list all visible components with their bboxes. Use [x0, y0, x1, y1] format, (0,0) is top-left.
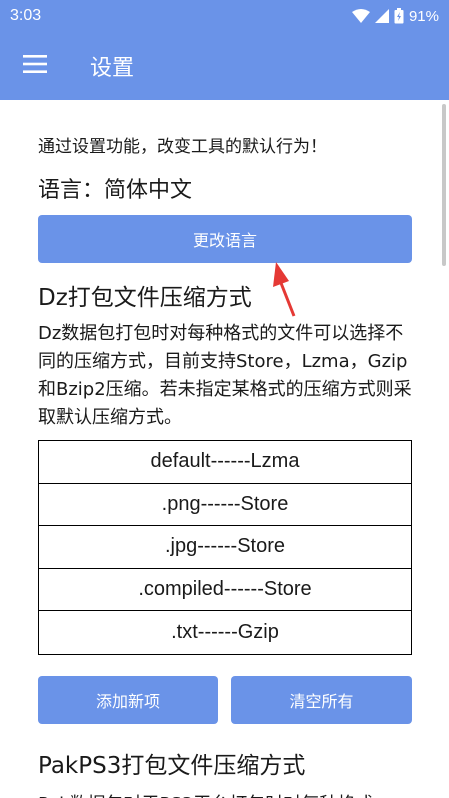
status-icons: 91%: [351, 7, 439, 25]
status-bar: 3:03 91%: [0, 0, 449, 32]
clear-all-button[interactable]: 清空所有: [231, 676, 412, 724]
wifi-icon: [351, 9, 370, 23]
menu-button[interactable]: [0, 32, 70, 100]
battery-icon: [394, 8, 404, 24]
scrollbar[interactable]: [442, 104, 446, 266]
compression-table: default------Lzma .png------Store .jpg--…: [38, 440, 412, 655]
table-row[interactable]: .jpg------Store: [39, 526, 411, 569]
pak-section-title: PakPS3打包文件压缩方式: [38, 753, 306, 779]
dz-section-description: Dz数据包打包时对每种格式的文件可以选择不同的压缩方式，目前支持Store，Lz…: [38, 323, 412, 428]
table-row[interactable]: default------Lzma: [39, 441, 411, 484]
intro-text: 通过设置功能，改变工具的默认行为！: [38, 137, 327, 157]
menu-icon: [23, 55, 47, 77]
page-title: 设置: [90, 56, 135, 81]
status-time: 3:03: [10, 7, 42, 24]
language-label: 语言：简体中文: [38, 178, 193, 203]
table-row[interactable]: .png------Store: [39, 484, 411, 527]
signal-icon: [374, 9, 389, 23]
table-row[interactable]: .compiled------Store: [39, 569, 411, 612]
change-language-button[interactable]: 更改语言: [38, 215, 412, 263]
table-row[interactable]: .txt------Gzip: [39, 611, 411, 654]
dz-section-title: Dz打包文件压缩方式: [38, 285, 252, 311]
battery-percent: 91%: [408, 7, 439, 25]
pak-section-description: Pak数据包对于PS3平台打包时对每种格式: [38, 790, 373, 798]
app-bar: 设置: [0, 32, 449, 100]
add-item-button[interactable]: 添加新项: [38, 676, 218, 724]
